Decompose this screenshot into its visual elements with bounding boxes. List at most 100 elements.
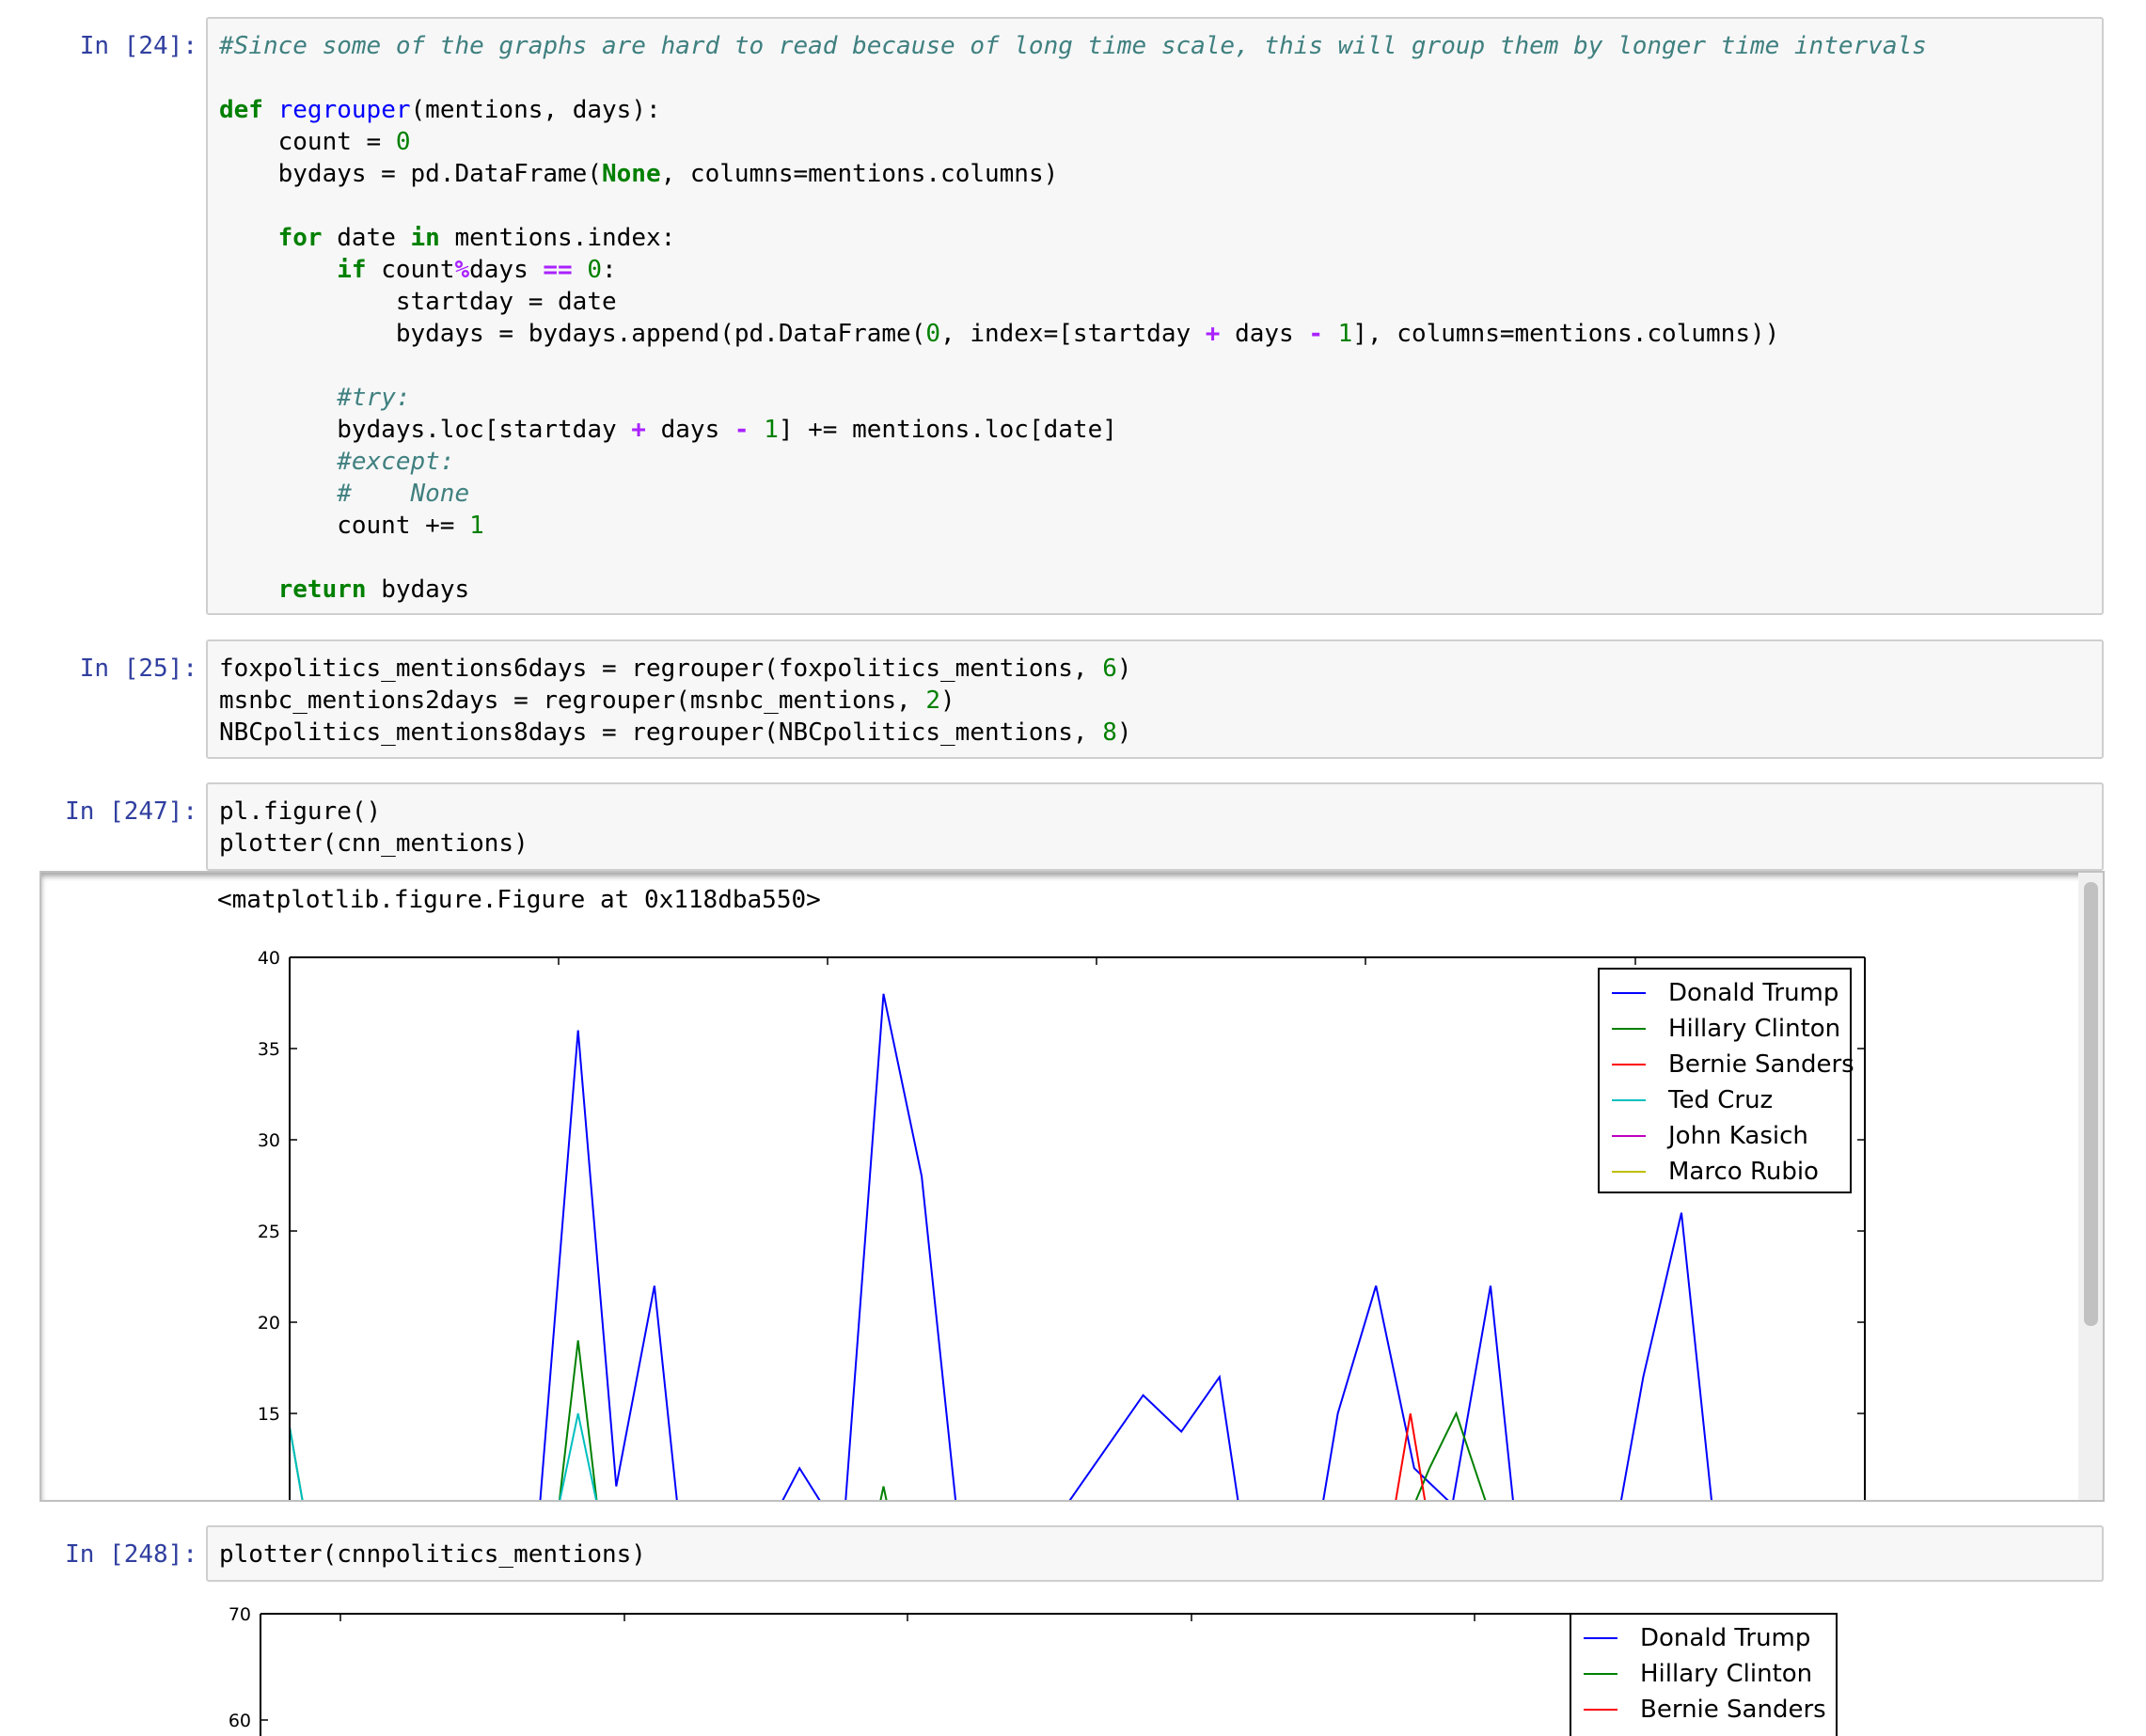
legend-label: Bernie Sanders xyxy=(1640,1696,1826,1724)
line-chart: 40 35 30 25 20 15 Donald Trump Hillary Clinton B… xyxy=(258,948,1866,1500)
code-token: 0 xyxy=(925,320,941,348)
code-token: == xyxy=(543,256,573,284)
code-token: 1 xyxy=(764,416,779,444)
code-token: startday = date xyxy=(219,288,617,316)
series-line-hillary-clinton xyxy=(1414,1411,1487,1500)
code-line: count = 0 xyxy=(219,126,411,158)
code-token: in xyxy=(410,224,440,252)
code-input[interactable]: #Since some of the graphs are hard to re… xyxy=(206,17,2104,615)
code-token: 0 xyxy=(395,128,411,156)
legend-label: Donald Trump xyxy=(1668,979,1838,1007)
code-token: ) xyxy=(940,687,955,715)
code-token: (mentions, days): xyxy=(410,96,661,124)
scrollbar-thumb[interactable] xyxy=(2084,882,2098,1326)
code-token: , columns=mentions.columns) xyxy=(660,160,1059,188)
code-token: None xyxy=(602,160,661,188)
code-line: def regrouper(mentions, days): xyxy=(219,94,661,126)
code-line: startday = date xyxy=(219,286,617,318)
code-line: # None xyxy=(219,478,469,510)
line-chart: 70 60 Donald Trump Hillary Clinton Bernie Sa… xyxy=(229,1604,1838,1736)
code-token: % xyxy=(454,256,470,284)
code-line: foxpolitics_mentions6days = regrouper(fo… xyxy=(219,653,1132,685)
code-line: #except: xyxy=(219,446,454,478)
code-input[interactable]: plotter(cnnpolitics_mentions) xyxy=(206,1525,2104,1582)
code-input[interactable]: foxpolitics_mentions6days = regrouper(fo… xyxy=(206,639,2104,759)
code-token: bydays = bydays.append(pd.DataFrame( xyxy=(219,320,926,348)
series-line-donald-trump xyxy=(1322,1285,1514,1500)
y-tick-label: 20 xyxy=(258,1313,280,1334)
code-line: msnbc_mentions2days = regrouper(msnbc_me… xyxy=(219,685,955,717)
code-token: #except: xyxy=(337,448,455,476)
code-token: pl.figure() xyxy=(219,797,382,826)
code-token: ) xyxy=(1116,655,1132,683)
legend-label: Donald Trump xyxy=(1640,1624,1810,1652)
code-line: bydays = pd.DataFrame(None, columns=ment… xyxy=(219,158,1059,190)
code-line: bydays = bydays.append(pd.DataFrame(0, i… xyxy=(219,318,1779,350)
series-line-donald-trump xyxy=(539,1030,678,1500)
output-scrollbar[interactable] xyxy=(2078,873,2103,1500)
legend-label: Hillary Clinton xyxy=(1640,1660,1812,1688)
code-token: 8 xyxy=(1102,718,1117,747)
code-token: bydays.loc[startday xyxy=(219,416,632,444)
code-token: plotter(cnn_mentions) xyxy=(219,829,529,858)
code-token: count xyxy=(366,256,455,284)
code-token: days xyxy=(645,416,734,444)
code-token: bydays xyxy=(366,576,470,604)
legend-label: John Kasich xyxy=(1666,1122,1808,1150)
series-line-donald-trump xyxy=(844,993,957,1500)
code-token: days xyxy=(1220,320,1309,348)
code-token: , index=[startday xyxy=(940,320,1206,348)
code-token: date xyxy=(322,224,411,252)
code-token: 2 xyxy=(925,687,941,715)
input-prompt: In [247]: xyxy=(65,797,197,826)
code-token: - xyxy=(1308,320,1324,348)
series-line-donald-trump xyxy=(781,1466,821,1500)
y-tick-label: 25 xyxy=(258,1222,280,1242)
output-area[interactable]: <matplotlib.figure.Figure at 0x118dba550… xyxy=(39,871,2105,1502)
code-token: plotter(cnnpolitics_mentions) xyxy=(219,1540,646,1569)
code-token: : xyxy=(602,256,617,284)
code-token: bydays = pd.DataFrame( xyxy=(219,160,602,188)
code-token: mentions.index: xyxy=(439,224,676,252)
code-token: 1 xyxy=(1337,320,1353,348)
code-token: def xyxy=(219,96,263,124)
legend: Donald Trump Hillary Clinton Bernie Sander… xyxy=(1570,1613,1838,1736)
code-input[interactable]: pl.figure() plotter(cnn_mentions) xyxy=(206,782,2104,871)
input-prompt: In [248]: xyxy=(65,1540,197,1569)
code-token: + xyxy=(631,416,646,444)
code-token: #try: xyxy=(337,384,411,412)
code-token: foxpolitics_mentions6days = regrouper(fo… xyxy=(219,655,1103,683)
legend-label: Ted Cruz xyxy=(1667,1086,1773,1114)
code-token: if xyxy=(337,256,367,284)
y-tick-label: 40 xyxy=(258,948,280,969)
code-line: bydays.loc[startday + days - 1] += menti… xyxy=(219,414,1117,446)
code-line: plotter(cnn_mentions) xyxy=(219,828,529,860)
series-line-hillary-clinton xyxy=(879,1486,888,1500)
series-line-donald-trump xyxy=(1068,1374,1239,1500)
code-line: plotter(cnnpolitics_mentions) xyxy=(219,1539,646,1570)
code-token: 6 xyxy=(1102,655,1117,683)
code-token: + xyxy=(1205,320,1221,348)
input-prompt: In [25]: xyxy=(79,655,197,683)
legend-label: Marco Rubio xyxy=(1668,1158,1819,1186)
y-tick-label: 70 xyxy=(229,1604,251,1625)
series-group xyxy=(290,993,1712,1500)
code-token: msnbc_mentions2days = regrouper(msnbc_me… xyxy=(219,687,926,715)
code-token: - xyxy=(734,416,750,444)
code-token: days xyxy=(469,256,544,284)
code-line: NBCpolitics_mentions8days = regrouper(NB… xyxy=(219,717,1132,749)
code-token: # None xyxy=(337,480,470,508)
code-token: return xyxy=(277,576,367,604)
code-line: pl.figure() xyxy=(219,796,381,828)
code-token: #Since some of the graphs are hard to re… xyxy=(219,32,1927,60)
code-line: return bydays xyxy=(219,574,470,606)
